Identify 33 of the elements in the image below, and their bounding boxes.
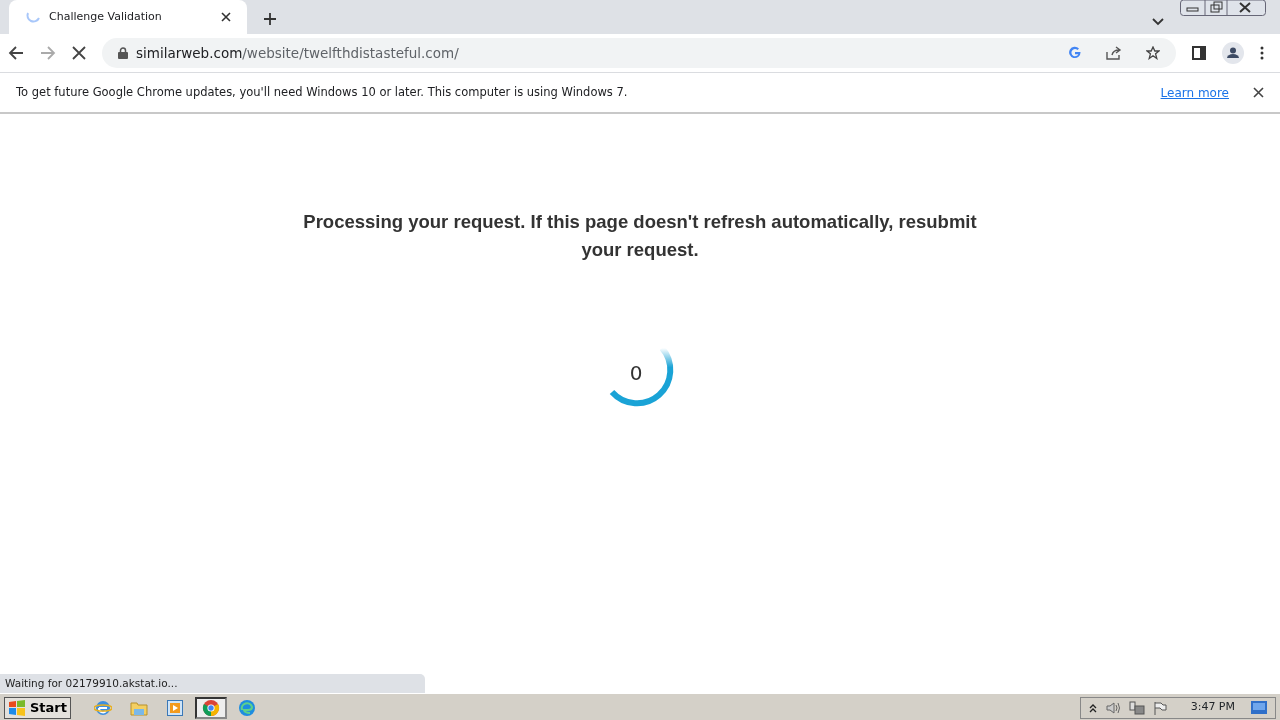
google-icon[interactable]: [1068, 46, 1082, 60]
processing-message: Processing your request. If this page doesn't refresh automatically, resubmit your request.: [302, 210, 978, 262]
menu-icon[interactable]: [1260, 46, 1264, 60]
side-panel-icon[interactable]: [1192, 46, 1206, 60]
chevron-down-icon[interactable]: [1152, 18, 1164, 26]
globe-e-icon: [94, 698, 112, 717]
stop-icon[interactable]: [72, 46, 86, 60]
chrome-icon: [202, 698, 220, 717]
chevron-up-icon[interactable]: [1088, 702, 1097, 713]
flag-icon[interactable]: [1152, 700, 1167, 715]
close-icon[interactable]: [1253, 87, 1264, 98]
speaker-icon[interactable]: [1104, 700, 1121, 715]
star-icon[interactable]: [1146, 46, 1160, 60]
status-bubble: Waiting for 02179910.akstat.io...: [0, 674, 425, 693]
new-tab-icon[interactable]: [263, 12, 277, 26]
play-icon: [167, 699, 183, 716]
start-button[interactable]: Start: [4, 696, 71, 719]
address-bar[interactable]: similarweb.com/website/twelfthdistasteful.com/: [102, 38, 1176, 68]
window-controls[interactable]: [1180, 0, 1266, 16]
lock-icon: [118, 47, 128, 59]
taskbar-app-button[interactable]: [195, 696, 227, 719]
close-icon[interactable]: [221, 12, 231, 22]
learn-more-link[interactable]: Learn more: [1160, 83, 1229, 102]
share-icon[interactable]: [1106, 46, 1122, 60]
clock[interactable]: 3:47 PM: [1190, 699, 1235, 716]
profile-icon[interactable]: [1222, 42, 1244, 64]
counter: 0: [629, 360, 643, 387]
network-icon[interactable]: [1128, 700, 1145, 715]
infobar-message: To get future Google Chrome updates, you'll need Windows 10 or later. This computer is using Windows 7.: [16, 83, 629, 101]
back-icon[interactable]: [8, 45, 24, 61]
windows-logo-icon: [8, 699, 26, 716]
edge-icon: [238, 698, 256, 717]
folder-icon: [130, 699, 148, 716]
